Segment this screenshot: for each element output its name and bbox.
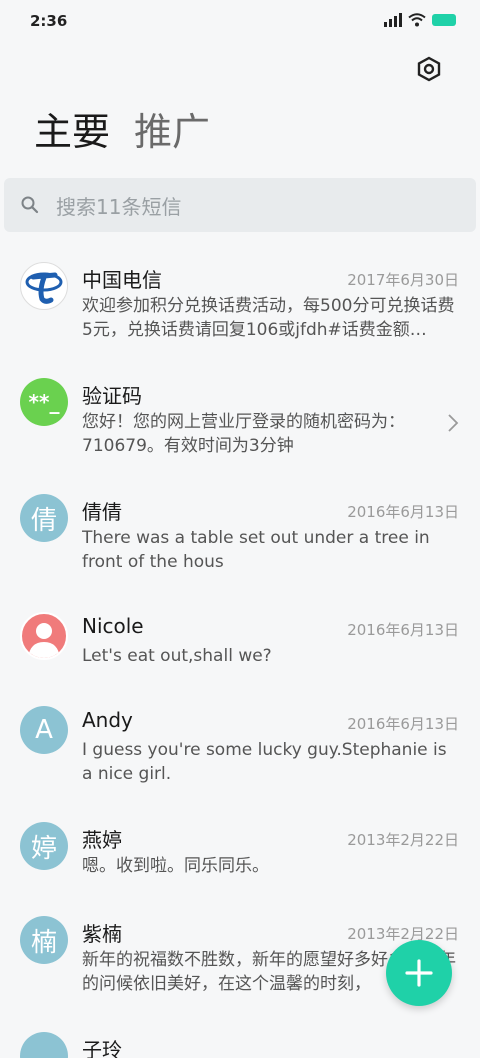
tab-primary[interactable]: 主要 (34, 108, 110, 156)
contact-name: 子玲 (82, 1038, 122, 1058)
message-preview: 嗯。收到啦。同乐同乐。 (82, 856, 269, 876)
message-row[interactable]: **_ 验证码 您好！您的网上营业厅登录的随机密码为：710679。有效时间为3… (0, 374, 480, 474)
contact-name: 紫楠 (82, 922, 122, 946)
avatar (20, 612, 68, 660)
search-icon (21, 196, 39, 214)
status-bar: 2:36 (0, 0, 480, 44)
contact-name: 中国电信 (82, 268, 162, 292)
avatar-initial: 倩 (30, 505, 57, 536)
avatar: 婷 (20, 822, 68, 870)
message-date: 2013年2月22日 (347, 925, 459, 943)
settings-hexagon-icon (417, 56, 441, 82)
message-date: 2016年6月13日 (347, 621, 459, 639)
person-icon (28, 623, 60, 658)
message-row[interactable]: 倩 倩倩 2016年6月13日 There was a table set ou… (0, 490, 480, 590)
settings-button[interactable] (414, 54, 444, 84)
message-date: 2016年6月13日 (347, 715, 459, 733)
message-preview: There was a table set out under a tree i… (82, 528, 430, 572)
avatar: 倩 (20, 494, 68, 542)
message-date: 2016年6月13日 (347, 503, 459, 521)
avatar (20, 1032, 68, 1058)
message-row[interactable]: 子玲 (0, 1028, 480, 1058)
telecom-logo-icon (25, 272, 63, 304)
avatar-initial: 婷 (30, 833, 57, 864)
signal-icon (384, 13, 402, 27)
message-preview: I guess you're some lucky guy.Stephanie … (82, 740, 447, 784)
contact-name: Nicole (82, 614, 144, 638)
search-input[interactable]: 搜索11条短信 (56, 191, 181, 220)
avatar-initial: A (35, 715, 53, 745)
contact-name: 燕婷 (82, 828, 122, 852)
avatar: **_ (20, 378, 68, 426)
battery-icon (432, 14, 456, 26)
message-preview: Let's eat out,shall we? (82, 646, 272, 666)
header-tabs: 主要 推广 (34, 108, 210, 156)
avatar-initial: 楠 (30, 927, 57, 958)
search-bar[interactable]: 搜索11条短信 (4, 178, 476, 232)
message-row[interactable]: 婷 燕婷 2013年2月22日 嗯。收到啦。同乐同乐。 (0, 818, 480, 898)
message-row[interactable]: 中国电信 2017年6月30日 欢迎参加积分兑换话费活动，每500分可兑换话费5… (0, 258, 480, 358)
status-time: 2:36 (30, 12, 68, 30)
message-row[interactable]: Nicole 2016年6月13日 Let's eat out,shall we… (0, 608, 480, 688)
plus-icon (405, 959, 433, 987)
avatar: A (20, 706, 68, 754)
chevron-right-icon[interactable] (446, 412, 460, 434)
message-date: 2017年6月30日 (347, 271, 459, 289)
avatar: 楠 (20, 916, 68, 964)
wifi-icon (408, 13, 426, 27)
message-date: 2013年2月22日 (347, 831, 459, 849)
new-message-button[interactable] (386, 940, 452, 1006)
contact-name: 验证码 (82, 384, 142, 408)
message-preview: 您好！您的网上营业厅登录的随机密码为：710679。有效时间为3分钟 (82, 412, 405, 456)
status-icons (384, 13, 456, 27)
contact-name: Andy (82, 708, 133, 732)
tab-promotions[interactable]: 推广 (134, 108, 210, 156)
message-row[interactable]: A Andy 2016年6月13日 I guess you're some lu… (0, 702, 480, 802)
contact-name: 倩倩 (82, 500, 122, 524)
avatar (20, 262, 68, 310)
avatar-initial: **_ (28, 390, 60, 414)
message-preview: 欢迎参加积分兑换话费活动，每500分可兑换话费5元，兑换话费请回复106或jfd… (82, 296, 455, 340)
